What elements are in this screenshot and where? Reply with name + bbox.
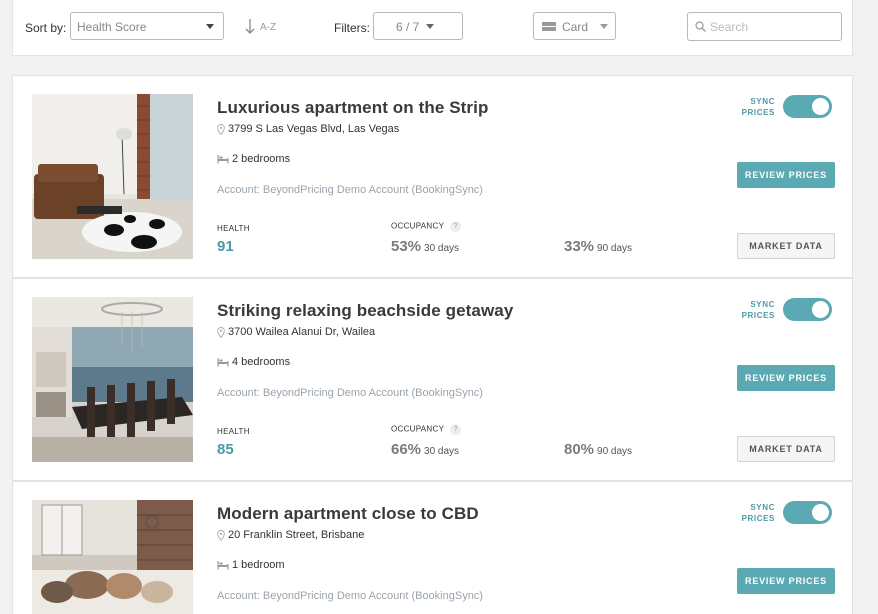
occupancy-90-unit: 90 days — [597, 446, 633, 457]
occupancy-90-days: 33% 90 days — [564, 238, 632, 256]
review-prices-button[interactable]: REVIEW PRICES — [737, 568, 835, 594]
health-label: HEALTH — [217, 224, 250, 233]
occupancy-90-value: 33% — [564, 238, 595, 255]
toggle-knob — [812, 301, 829, 318]
bed-icon — [217, 155, 229, 164]
listing-address-row: 3799 S Las Vegas Blvd, Las Vegas — [217, 123, 399, 135]
sort-direction-label[interactable]: A-Z — [260, 22, 276, 33]
listing-photo[interactable] — [32, 500, 193, 614]
toggle-knob — [812, 98, 829, 115]
sort-arrow-down-icon[interactable] — [245, 18, 255, 36]
occupancy-30-days: 53% 30 days — [391, 238, 459, 256]
market-data-button[interactable]: MARKET DATA — [737, 436, 835, 462]
occupancy-90-days: 80% 90 days — [564, 441, 632, 459]
listing-bedrooms-row: 2 bedrooms — [217, 153, 290, 165]
listing-card: Modern apartment close to CBD 20 Frankli… — [12, 481, 853, 614]
listing-address: 3799 S Las Vegas Blvd, Las Vegas — [228, 123, 400, 135]
sync-prices-toggle[interactable] — [783, 501, 832, 524]
bed-icon — [217, 358, 229, 367]
sync-prices-label: SYNC PRICES — [741, 300, 775, 320]
review-prices-button[interactable]: REVIEW PRICES — [737, 365, 835, 391]
listing-bedrooms: 4 bedrooms — [232, 356, 291, 368]
map-pin-icon — [217, 123, 225, 135]
help-icon[interactable]: ? — [450, 424, 462, 435]
health-score: 91 — [217, 238, 234, 255]
listing-address: 20 Franklin Street, Brisbane — [228, 529, 365, 541]
occupancy-30-unit: 30 days — [424, 243, 460, 254]
occupancy-90-unit: 90 days — [597, 243, 633, 254]
occupancy-30-value: 66% — [391, 441, 422, 458]
occupancy-30-unit: 30 days — [424, 446, 460, 457]
listing-account: Account: BeyondPricing Demo Account (Boo… — [217, 184, 483, 196]
filters-label: Filters: — [334, 21, 370, 35]
listing-title[interactable]: Luxurious apartment on the Strip — [217, 98, 488, 118]
occupancy-label-text: OCCUPANCY — [391, 221, 445, 231]
listing-title[interactable]: Modern apartment close to CBD — [217, 504, 479, 524]
occupancy-30-days: 66% 30 days — [391, 441, 459, 459]
map-pin-icon — [217, 529, 225, 541]
filters-value: 6 / 7 — [396, 20, 420, 34]
sync-prices-label: SYNC PRICES — [741, 503, 775, 523]
listing-title[interactable]: Striking relaxing beachside getaway — [217, 301, 513, 321]
toolbar: Sort by: Health Score A-Z Filters: 6 / 7… — [12, 0, 853, 56]
sort-select[interactable]: Health Score — [70, 12, 224, 40]
listing-photo[interactable] — [32, 94, 193, 259]
listing-address: 3700 Wailea Alanui Dr, Wailea — [228, 326, 376, 338]
listing-card: Striking relaxing beachside getaway 3700… — [12, 278, 853, 481]
view-mode-select[interactable]: Card — [533, 12, 616, 40]
health-score: 85 — [217, 441, 234, 458]
toggle-knob — [812, 504, 829, 521]
occupancy-label: OCCUPANCY? — [391, 424, 462, 435]
sort-select-value: Health Score — [77, 20, 147, 34]
listing-card: Luxurious apartment on the Strip 3799 S … — [12, 75, 853, 278]
market-data-button[interactable]: MARKET DATA — [737, 233, 835, 259]
search-input[interactable] — [710, 18, 834, 36]
search-icon — [695, 21, 706, 32]
chevron-down-icon — [426, 24, 434, 29]
review-prices-button[interactable]: REVIEW PRICES — [737, 162, 835, 188]
listing-address-row: 3700 Wailea Alanui Dr, Wailea — [217, 326, 375, 338]
sync-prices-toggle[interactable] — [783, 95, 832, 118]
card-view-icon — [542, 22, 556, 31]
sync-prices-label: SYNC PRICES — [741, 97, 775, 117]
sort-label: Sort by: — [25, 21, 67, 35]
sync-prices-toggle[interactable] — [783, 298, 832, 321]
health-label: HEALTH — [217, 427, 250, 436]
listing-address-row: 20 Franklin Street, Brisbane — [217, 529, 364, 541]
help-icon[interactable]: ? — [450, 221, 462, 232]
map-pin-icon — [217, 326, 225, 338]
listing-account: Account: BeyondPricing Demo Account (Boo… — [217, 387, 483, 399]
view-mode-value: Card — [562, 20, 589, 34]
occupancy-90-value: 80% — [564, 441, 595, 458]
listing-bedrooms-row: 1 bedroom — [217, 559, 285, 571]
filters-select[interactable]: 6 / 7 — [373, 12, 463, 40]
listing-bedrooms-row: 4 bedrooms — [217, 356, 290, 368]
occupancy-label-text: OCCUPANCY — [391, 424, 445, 434]
search-box[interactable] — [687, 12, 842, 41]
listing-bedrooms: 2 bedrooms — [232, 153, 291, 165]
chevron-down-icon — [600, 24, 608, 29]
chevron-down-icon — [206, 24, 214, 29]
listing-photo[interactable] — [32, 297, 193, 462]
bed-icon — [217, 561, 229, 570]
occupancy-30-value: 53% — [391, 238, 422, 255]
listing-bedrooms: 1 bedroom — [232, 559, 285, 571]
listing-account: Account: BeyondPricing Demo Account (Boo… — [217, 590, 483, 602]
occupancy-label: OCCUPANCY? — [391, 221, 462, 232]
